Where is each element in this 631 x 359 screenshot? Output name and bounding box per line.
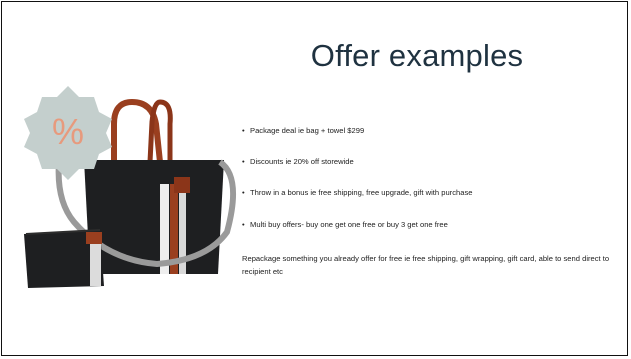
bullet-item: • Multi buy offers- buy one get one free …	[242, 220, 448, 229]
slide: % Offer examples • Package deal ie bag + …	[1, 1, 628, 356]
pouch-zipper-tab	[86, 232, 102, 244]
bullet-item: • Package deal ie bag + towel $299	[242, 126, 365, 135]
product-illustration: %	[24, 86, 237, 288]
tote-bag-image	[84, 160, 224, 274]
badge-percent-text: %	[52, 111, 84, 152]
slide-title: Offer examples	[310, 38, 524, 73]
bullet-item: • Throw in a bonus ie free shipping, free…	[242, 188, 473, 197]
bullet-item: • Discounts ie 20% off storewide	[242, 157, 354, 166]
slide-paragraph: Repackage something you already offer fo…	[242, 254, 610, 276]
tote-leather-patch	[174, 177, 190, 193]
